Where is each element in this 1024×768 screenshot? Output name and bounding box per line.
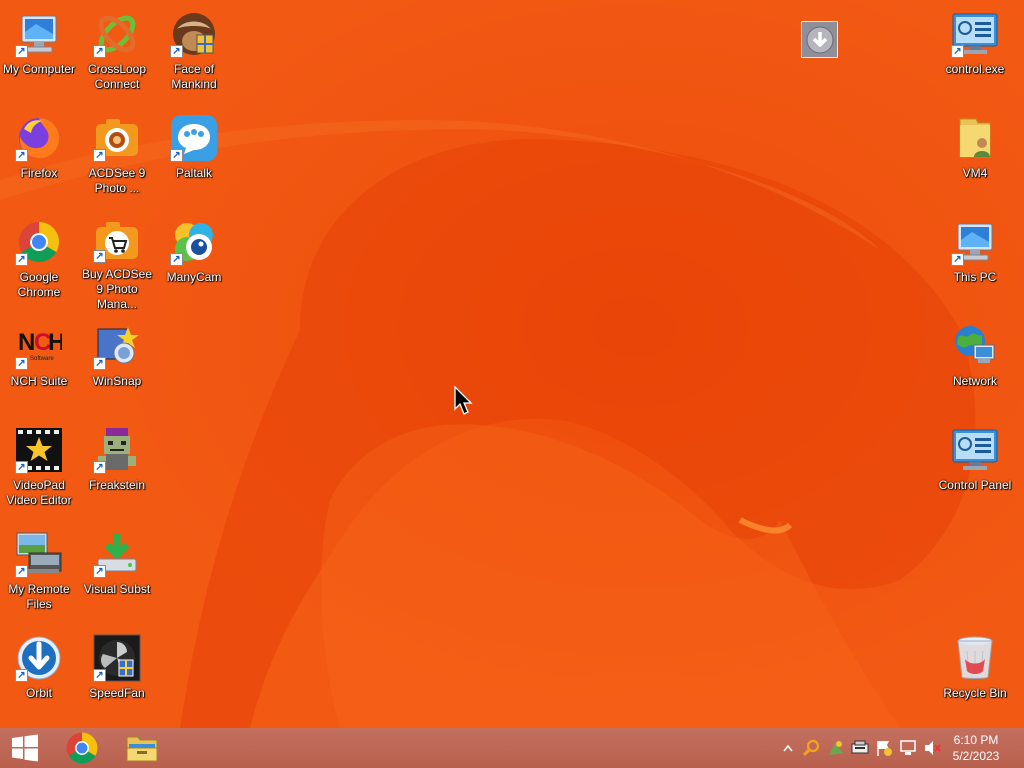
orbit-icon: ↗ [15, 634, 63, 682]
desktop-icon-my-remote-files[interactable]: ↗ My Remote Files [0, 524, 78, 624]
desktop-icon-nch-suite[interactable]: N C H Software ↗ NCH Suite [0, 316, 78, 416]
freakstein-icon: ↗ [93, 426, 141, 474]
desktop-icon-label: Orbit [25, 686, 52, 700]
network-tray-icon[interactable] [898, 738, 918, 758]
desktop-icon-visual-subst[interactable]: ↗ Visual Subst [78, 524, 156, 624]
svg-text:Software: Software [30, 356, 54, 362]
floating-download-widget[interactable] [801, 21, 838, 58]
crossloop-icon: ↗ [93, 10, 141, 58]
desktop-icon-paltalk[interactable]: ↗ Paltalk [155, 108, 233, 208]
videopad-icon: ↗ [15, 426, 63, 474]
system-tray [776, 728, 944, 768]
file-explorer-icon [126, 736, 158, 762]
folder-icon [951, 114, 999, 162]
desktop-icon-label: Google Chrome [17, 270, 61, 299]
desktop-icon-label: Freakstein [88, 478, 146, 492]
desktop-icon-label: CrossLoop Connect [87, 62, 147, 91]
desktop-icon-label: WinSnap [92, 374, 142, 388]
control-panel-icon [951, 426, 999, 474]
desktop-icon-vm4[interactable]: VM4 [936, 108, 1014, 208]
taskbar: 6:10 PM 5/2/2023 [0, 728, 1024, 768]
desktop-icon-buy-acdsee[interactable]: ↗ Buy ACDSee 9 Photo Mana... [78, 212, 156, 312]
volume-muted-icon[interactable] [922, 738, 942, 758]
desktop-icon-firefox[interactable]: ↗ Firefox [0, 108, 78, 208]
chrome-icon: ↗ [15, 218, 63, 266]
acdsee-icon: ↗ [93, 114, 141, 162]
desktop-icon-orbit[interactable]: ↗ Orbit [0, 628, 78, 728]
desktop-icon-face-of-mankind[interactable]: ↗ Face of Mankind [155, 4, 233, 104]
desktop-icon-label: Buy ACDSee 9 Photo Mana... [81, 267, 153, 311]
desktop-icon-google-chrome[interactable]: ↗ Google Chrome [0, 212, 78, 312]
svg-text:H: H [48, 329, 62, 356]
action-center-flag-icon[interactable] [874, 738, 894, 758]
buy-acdsee-icon: ↗ [93, 218, 141, 263]
face-of-mankind-icon: ↗ [170, 10, 218, 58]
firefox-icon: ↗ [15, 114, 63, 162]
show-hidden-icons-chevron[interactable] [778, 738, 798, 758]
desktop-icon-label: VM4 [962, 166, 988, 180]
desktop-icon-label: NCH Suite [10, 374, 68, 388]
svg-text:N: N [18, 329, 35, 356]
desktop-icon-videopad[interactable]: ↗ VideoPad Video Editor [0, 420, 78, 520]
desktop-icon-label: Firefox [20, 166, 58, 180]
desktop-icon-label: control.exe [945, 62, 1005, 76]
search-tray-icon[interactable] [802, 738, 822, 758]
my-computer-icon: ↗ [15, 10, 63, 58]
desktop-icon-label: Network [952, 374, 997, 388]
desktop-icon-label: ACDSee 9 Photo ... [88, 166, 146, 195]
taskbar-clock[interactable]: 6:10 PM 5/2/2023 [946, 732, 1006, 764]
desktop-icon-label: SpeedFan [89, 686, 145, 700]
desktop-icon-label: Face of Mankind [171, 62, 217, 91]
windows-start-icon [12, 734, 38, 762]
remote-files-icon: ↗ [15, 530, 63, 578]
desktop-icon-label: Paltalk [175, 166, 213, 180]
desktop-icon-recycle-bin[interactable]: Recycle Bin [936, 628, 1014, 728]
desktop-icon-this-pc[interactable]: ↗ This PC [936, 212, 1014, 312]
desktop-icon-label: ManyCam [166, 270, 222, 284]
taskbar-chrome-button[interactable] [57, 728, 107, 768]
desktop-icon-crossloop[interactable]: ↗ CrossLoop Connect [78, 4, 156, 104]
device-tray-icon[interactable] [850, 738, 870, 758]
clock-date: 5/2/2023 [952, 749, 1000, 763]
desktop-icon-label: My Remote Files [8, 582, 70, 611]
desktop-icon-my-computer[interactable]: ↗ My Computer [0, 4, 78, 104]
desktop-icon-speedfan[interactable]: ↗ SpeedFan [78, 628, 156, 728]
desktop-icon-label: Recycle Bin [943, 686, 1007, 700]
desktop-icon-winsnap[interactable]: ↗ WinSnap [78, 316, 156, 416]
mouse-cursor-icon [454, 385, 474, 421]
desktop-icon-label: VideoPad Video Editor [6, 478, 72, 507]
desktop-icon-freakstein[interactable]: ↗ Freakstein [78, 420, 156, 520]
network-icon [951, 322, 999, 370]
chrome-icon [66, 732, 98, 764]
this-pc-icon: ↗ [951, 218, 999, 266]
control-exe-icon: ↗ [951, 10, 999, 58]
desktop-icon-acdsee[interactable]: ↗ ACDSee 9 Photo ... [78, 108, 156, 208]
desktop-icon-control-panel[interactable]: Control Panel [936, 420, 1014, 520]
speedfan-icon: ↗ [93, 634, 141, 682]
desktop-icon-control-exe[interactable]: ↗ control.exe [936, 4, 1014, 104]
desktop-icon-label: Visual Subst [83, 582, 151, 596]
desktop-icon-label: My Computer [2, 62, 76, 76]
desktop-icon-manycam[interactable]: ↗ ManyCam [155, 212, 233, 312]
desktop-icon-network[interactable]: Network [936, 316, 1014, 416]
manycam-icon: ↗ [170, 218, 218, 266]
paltalk-icon: ↗ [170, 114, 218, 162]
desktop-icon-label: Control Panel [938, 478, 1012, 492]
recycle-bin-icon [951, 634, 999, 682]
nch-suite-icon: N C H Software ↗ [15, 322, 63, 370]
taskbar-file-explorer-button[interactable] [117, 728, 167, 768]
desktop-icon-label: This PC [953, 270, 997, 284]
app-tray-icon[interactable] [826, 738, 846, 758]
start-button[interactable] [0, 728, 50, 768]
winsnap-icon: ↗ [93, 322, 141, 370]
download-arrow-icon [806, 26, 833, 53]
visual-subst-icon: ↗ [93, 530, 141, 578]
clock-time: 6:10 PM [953, 733, 999, 747]
